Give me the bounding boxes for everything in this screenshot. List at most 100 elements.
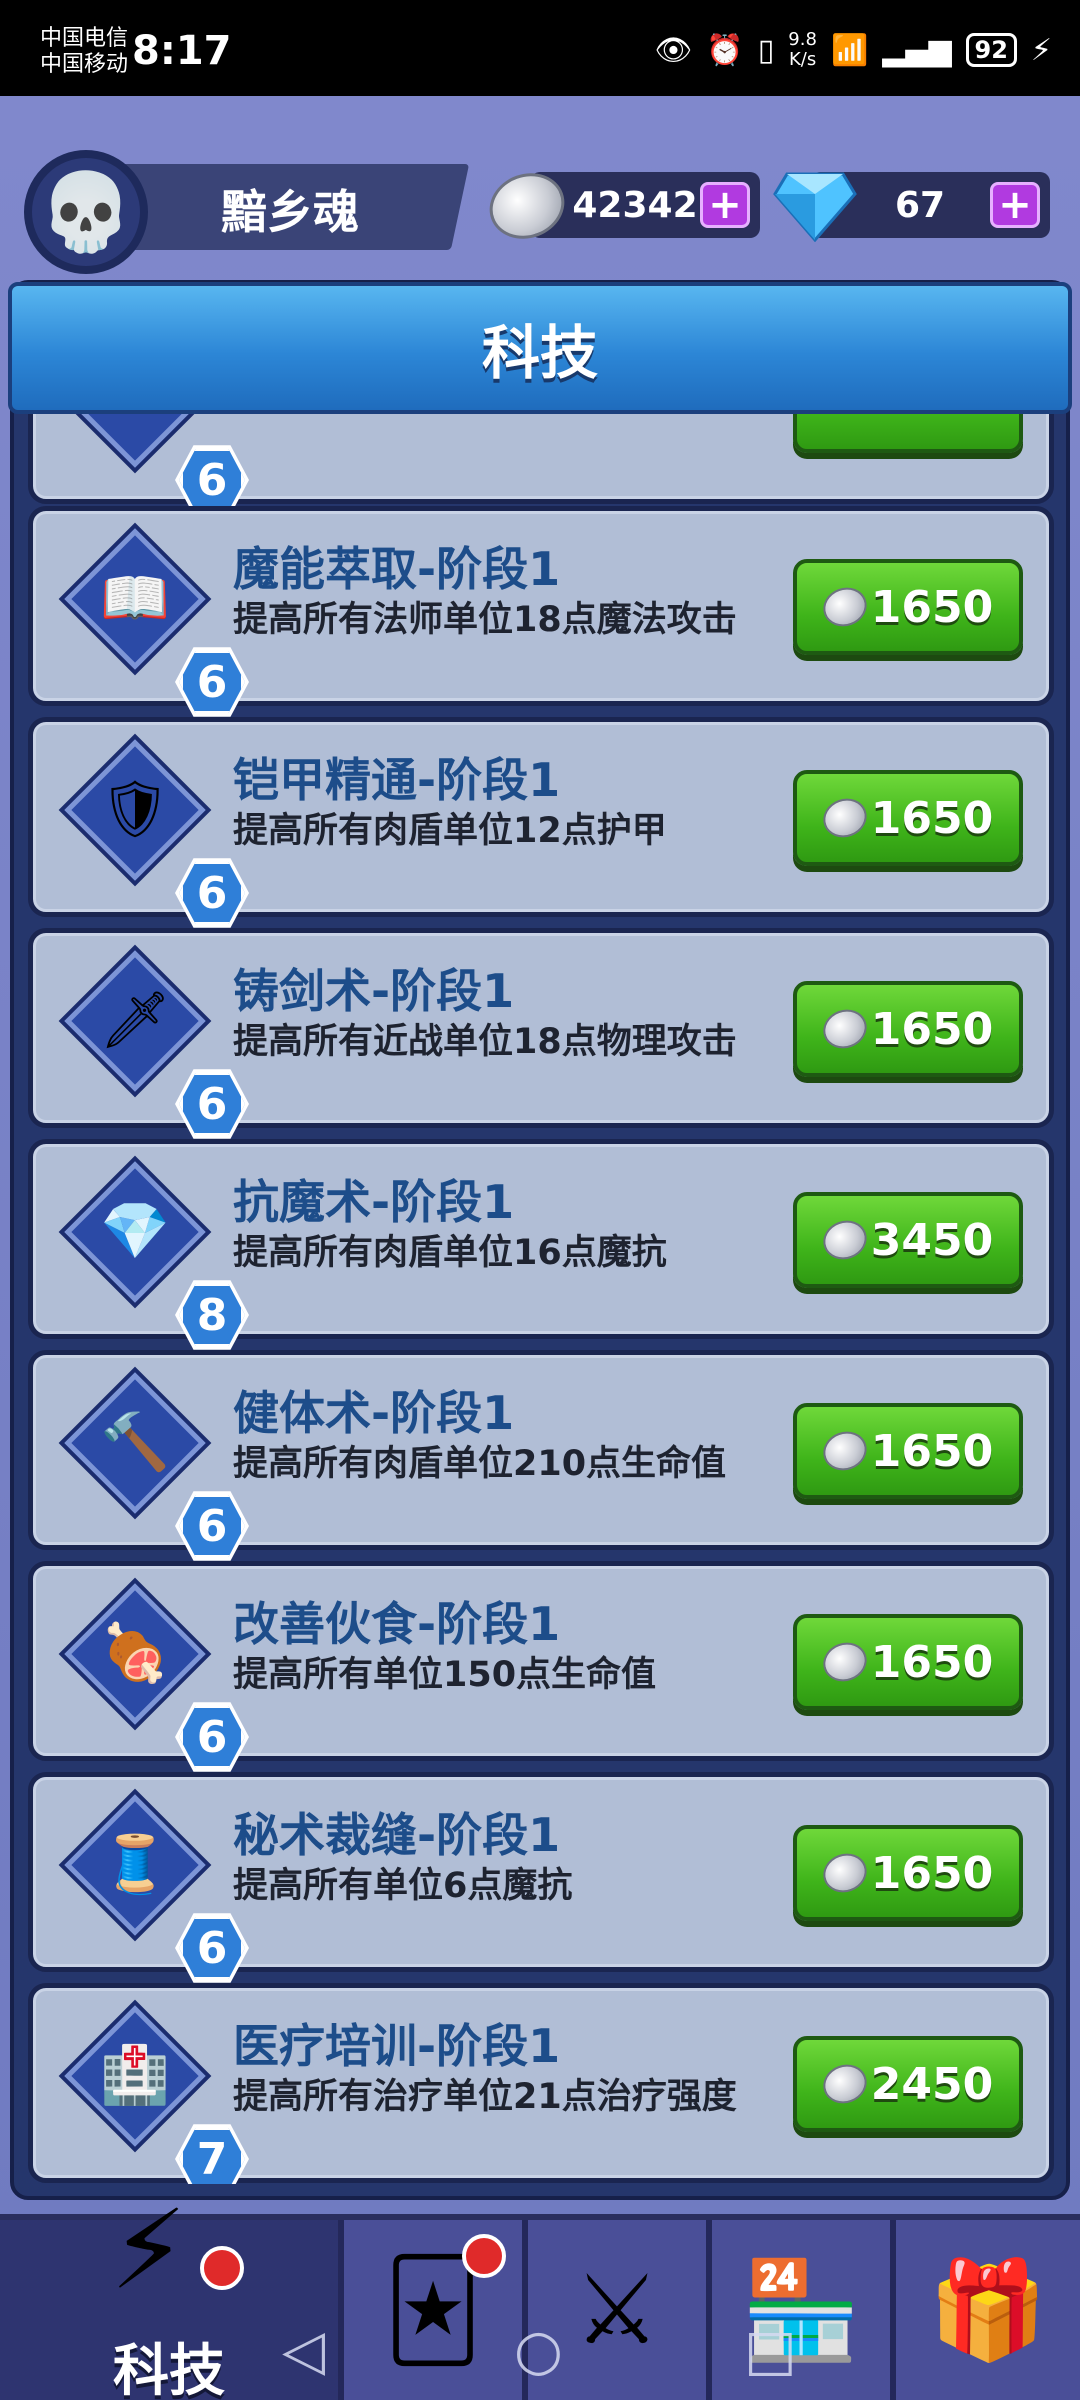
list-item: 💎 8 抗魔术-阶段1 提高所有肉盾单位16点魔抗 3450: [28, 1139, 1054, 1350]
tech-description: 提高所有肉盾单位12点护甲: [233, 811, 667, 851]
add-gem-button[interactable]: +: [990, 182, 1040, 228]
tech-name: 医疗培训-阶段1: [233, 2019, 561, 2073]
armor-icon: 🛡: [99, 777, 171, 842]
upgrade-button[interactable]: 2450: [793, 2036, 1023, 2132]
silver-coin-icon: [817, 1003, 872, 1055]
tech-description: 提高所有近战单位18点物理攻击: [233, 1022, 737, 1062]
tech-description: 提高所有肉盾单位16点魔抗: [233, 1233, 667, 1273]
tech-icon: 🍖 6: [64, 1583, 249, 1772]
player-avatar[interactable]: 💀: [24, 150, 148, 274]
list-item: 6: [28, 414, 1054, 515]
upgrade-cost: 1650: [870, 1847, 994, 1899]
home-icon[interactable]: ○: [514, 2318, 563, 2383]
hospital-icon: 🏥: [100, 2043, 170, 2108]
tech-name: 改善伙食-阶段1: [233, 1597, 561, 1651]
tech-icon: 💎 8: [64, 1161, 249, 1350]
upgrade-cost: 1650: [870, 1003, 994, 1055]
tech-description: 提高所有法师单位18点魔法攻击: [233, 600, 737, 640]
player-name: 黯乡魂: [221, 185, 359, 239]
hammer-icon: 🔨: [100, 1410, 170, 1475]
add-silver-button[interactable]: +: [700, 182, 750, 228]
gift-icon: 🎁: [928, 2253, 1048, 2366]
list-item: 🧵 6 秘术裁缝-阶段1 提高所有单位6点魔抗 1650: [28, 1772, 1054, 1983]
silver-coin-icon: [480, 162, 574, 250]
panel-title: 科技: [8, 282, 1072, 414]
upgrade-cost: 1650: [870, 581, 994, 633]
charging-icon: ⚡: [1030, 32, 1052, 68]
tech-name: 抗魔术-阶段1: [233, 1175, 515, 1229]
sewing-icon: 🧵: [100, 1832, 170, 1897]
list-item: 🔨 6 健体术-阶段1 提高所有肉盾单位210点生命值 1650: [28, 1350, 1054, 1561]
wifi-icon: 📶: [830, 32, 869, 68]
recents-icon[interactable]: □: [744, 2318, 797, 2383]
nav-gift[interactable]: 🎁: [896, 2220, 1080, 2400]
skull-icon: 💀: [38, 167, 134, 256]
list-item: 🍖 6 改善伙食-阶段1 提高所有单位150点生命值 1650: [28, 1561, 1054, 1772]
net-speed-unit: K/s: [788, 49, 817, 70]
tech-icon: 🔨 6: [64, 1372, 249, 1561]
gem-icon: [772, 166, 858, 246]
tech-icon: 🗡 6: [64, 950, 249, 1139]
tech-icon: ⚡: [110, 2186, 188, 2314]
list-item: 🛡 6 铠甲精通-阶段1 提高所有肉盾单位12点护甲 1650: [28, 717, 1054, 928]
tech-description: 提高所有治疗单位21点治疗强度: [233, 2077, 737, 2117]
status-icons: 👁 ⏰ ▯ 9.8 K/s 📶 ▂▄▆ 92 ⚡: [654, 30, 1052, 70]
upgrade-button[interactable]: [793, 414, 1023, 453]
tech-description: 提高所有肉盾单位210点生命值: [233, 1444, 727, 1484]
carrier-1: 中国电信: [40, 26, 129, 51]
upgrade-cost: 2450: [870, 2058, 994, 2110]
net-speed: 9.8 K/s: [788, 30, 817, 70]
silver-coin-icon: [817, 2058, 872, 2110]
status-bar: 中国电信 中国移动 8:17 👁 ⏰ ▯ 9.8 K/s 📶 ▂▄▆ 92 ⚡: [0, 0, 1080, 96]
silver-coin-icon: [817, 1425, 872, 1477]
battle-icon: ⚔: [573, 2254, 661, 2366]
tech-icon: 🛡 6: [64, 739, 249, 928]
list-item: 📖 6 魔能萃取-阶段1 提高所有法师单位18点魔法攻击 1650: [28, 506, 1054, 717]
eye-icon: 👁: [654, 32, 693, 68]
status-time: 8:17: [132, 28, 232, 74]
upgrade-button[interactable]: 3450: [793, 1192, 1023, 1288]
upgrade-cost: 1650: [870, 1636, 994, 1688]
carrier-info: 中国电信 中国移动: [40, 26, 128, 78]
upgrade-cost: 1650: [870, 792, 994, 844]
tech-description: 提高所有单位150点生命值: [233, 1655, 657, 1695]
upgrade-button[interactable]: 1650: [793, 1614, 1023, 1710]
tech-name: 铸剑术-阶段1: [233, 964, 515, 1018]
magic-book-icon: 📖: [100, 566, 170, 631]
upgrade-button[interactable]: 1650: [793, 770, 1023, 866]
silver-coin-icon: [817, 1636, 872, 1688]
notification-dot: [462, 2234, 506, 2278]
silver-coin-icon: [817, 1214, 872, 1266]
signal-icon: ▂▄▆: [882, 32, 952, 68]
magic-shield-icon: 💎: [100, 1199, 170, 1264]
tech-name: 魔能萃取-阶段1: [233, 542, 561, 596]
upgrade-button[interactable]: 1650: [793, 559, 1023, 655]
back-icon[interactable]: ◁: [282, 2318, 325, 2383]
battery-indicator: 92: [965, 33, 1017, 67]
meat-icon: 🍖: [100, 1621, 170, 1686]
tech-name: 健体术-阶段1: [233, 1386, 515, 1440]
silver-coin-icon: [817, 581, 872, 633]
tech-list[interactable]: 6 📖 6 魔能萃取-阶段1 提高所有法师单位18点魔法攻击 1650 🛡 6 …: [28, 414, 1054, 2184]
anvil-sword-icon: 🗡: [99, 988, 171, 1053]
silver-coin-icon: [817, 792, 872, 844]
tech-icon: 🏥 7: [64, 2005, 249, 2184]
upgrade-cost: 3450: [870, 1214, 994, 1266]
upgrade-button[interactable]: 1650: [793, 1825, 1023, 1921]
net-speed-value: 9.8: [788, 29, 817, 50]
upgrade-button[interactable]: 1650: [793, 981, 1023, 1077]
list-item: 🏥 7 医疗培训-阶段1 提高所有治疗单位21点治疗强度 2450: [28, 1983, 1054, 2184]
tech-name: 铠甲精通-阶段1: [233, 753, 561, 807]
list-item: 🗡 6 铸剑术-阶段1 提高所有近战单位18点物理攻击 1650: [28, 928, 1054, 1139]
tech-name: 秘术裁缝-阶段1: [233, 1808, 561, 1862]
nav-shop[interactable]: 🏪: [712, 2220, 896, 2400]
tech-icon: 🧵 6: [64, 1794, 249, 1983]
carrier-2: 中国移动: [40, 52, 129, 77]
notification-dot: [200, 2246, 244, 2290]
alarm-icon: ⏰: [706, 32, 744, 68]
upgrade-cost: 1650: [870, 1425, 994, 1477]
nav-cards[interactable]: 🃏: [344, 2220, 528, 2400]
upgrade-button[interactable]: 1650: [793, 1403, 1023, 1499]
tech-description: 提高所有单位6点魔抗: [233, 1866, 573, 1906]
vibrate-icon: ▯: [757, 32, 775, 68]
